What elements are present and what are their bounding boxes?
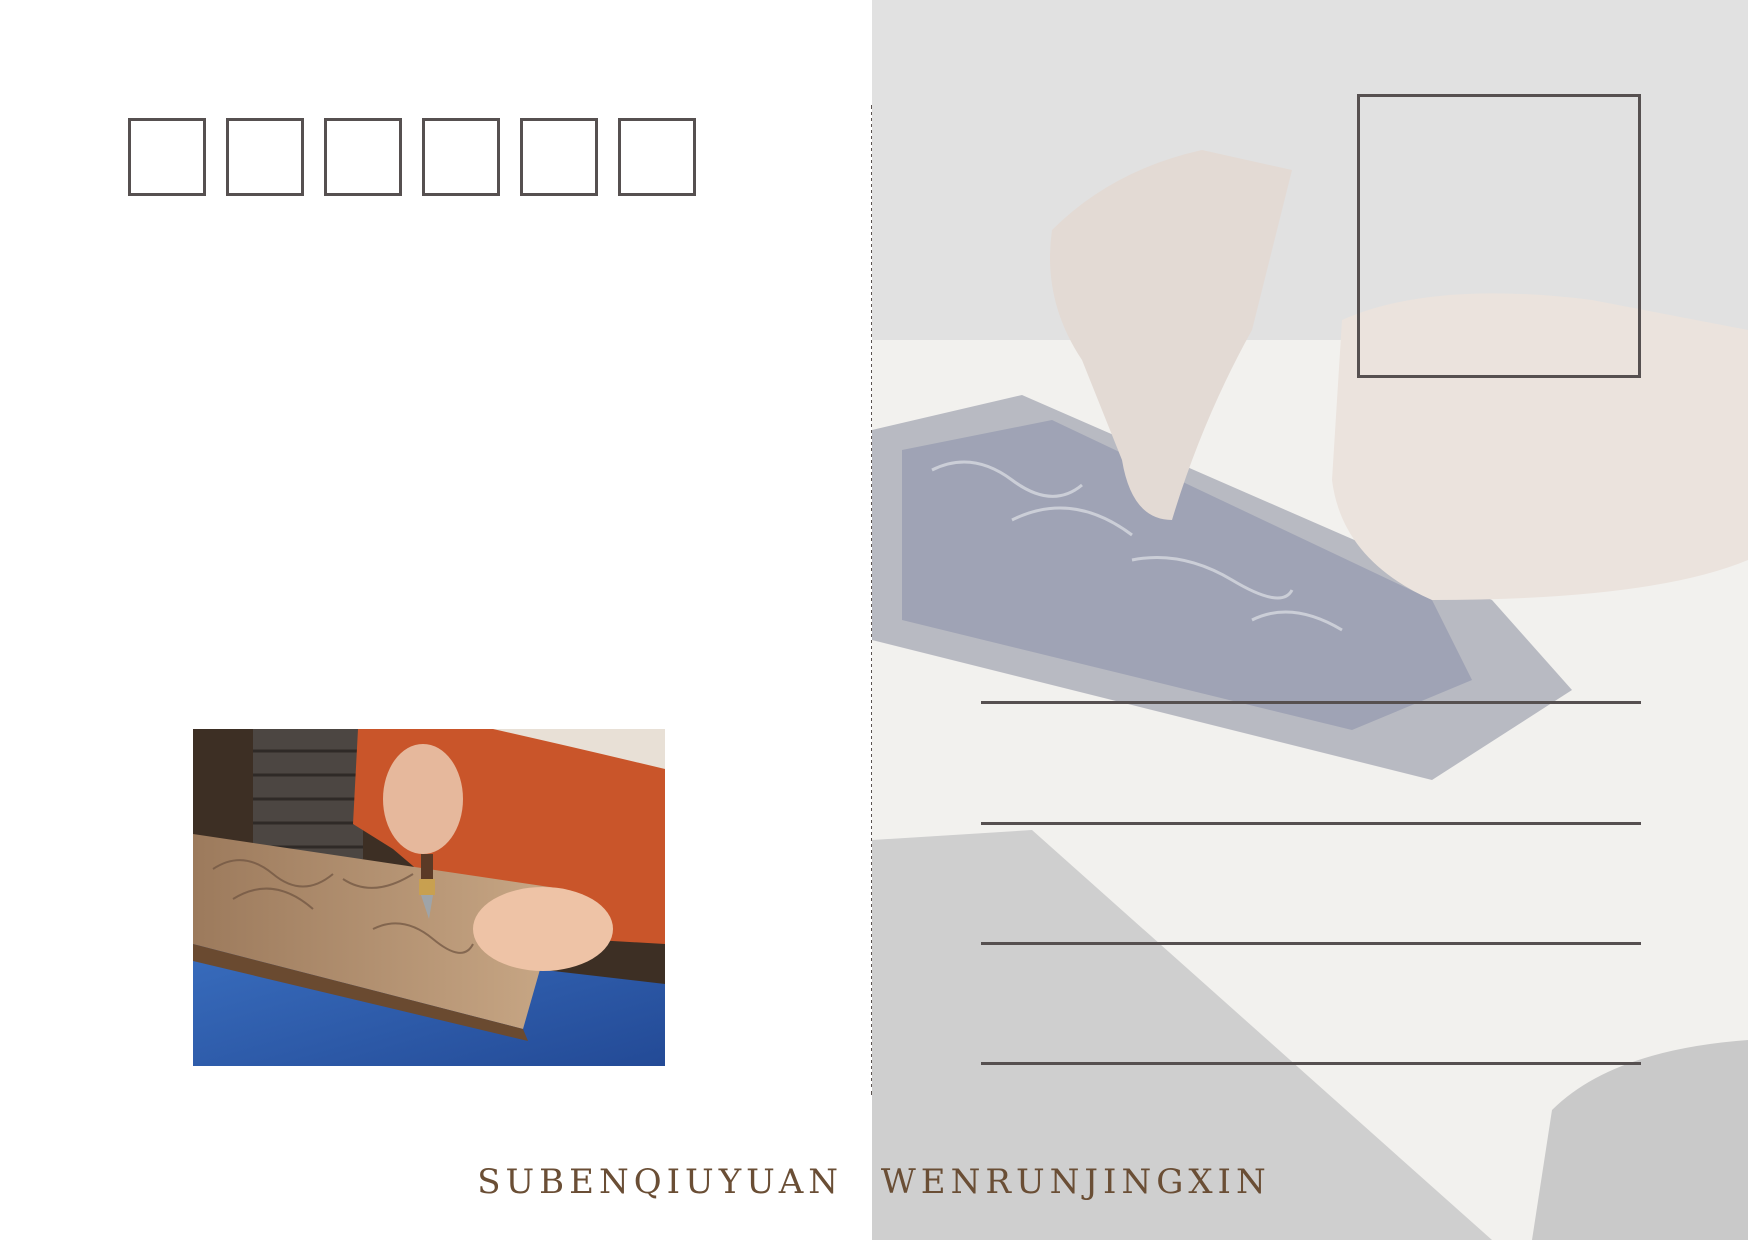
address-line[interactable] bbox=[981, 822, 1641, 825]
address-line[interactable] bbox=[981, 1062, 1641, 1065]
footer-text: SUBENQIUYUAN WENRUNJINGXIN bbox=[477, 1162, 1271, 1202]
stamp-box bbox=[1357, 94, 1641, 378]
postcode-box[interactable] bbox=[618, 118, 696, 196]
address-line[interactable] bbox=[981, 701, 1641, 704]
woodblock-carving-photo bbox=[193, 729, 665, 1066]
postcode-box[interactable] bbox=[226, 118, 304, 196]
postcode-box[interactable] bbox=[128, 118, 206, 196]
postcard: SUBENQIUYUAN WENRUNJINGXIN bbox=[0, 0, 1748, 1240]
postcode-boxes bbox=[128, 118, 696, 196]
postcode-box[interactable] bbox=[422, 118, 500, 196]
postcode-box[interactable] bbox=[520, 118, 598, 196]
postcode-box[interactable] bbox=[324, 118, 402, 196]
address-line[interactable] bbox=[981, 942, 1641, 945]
